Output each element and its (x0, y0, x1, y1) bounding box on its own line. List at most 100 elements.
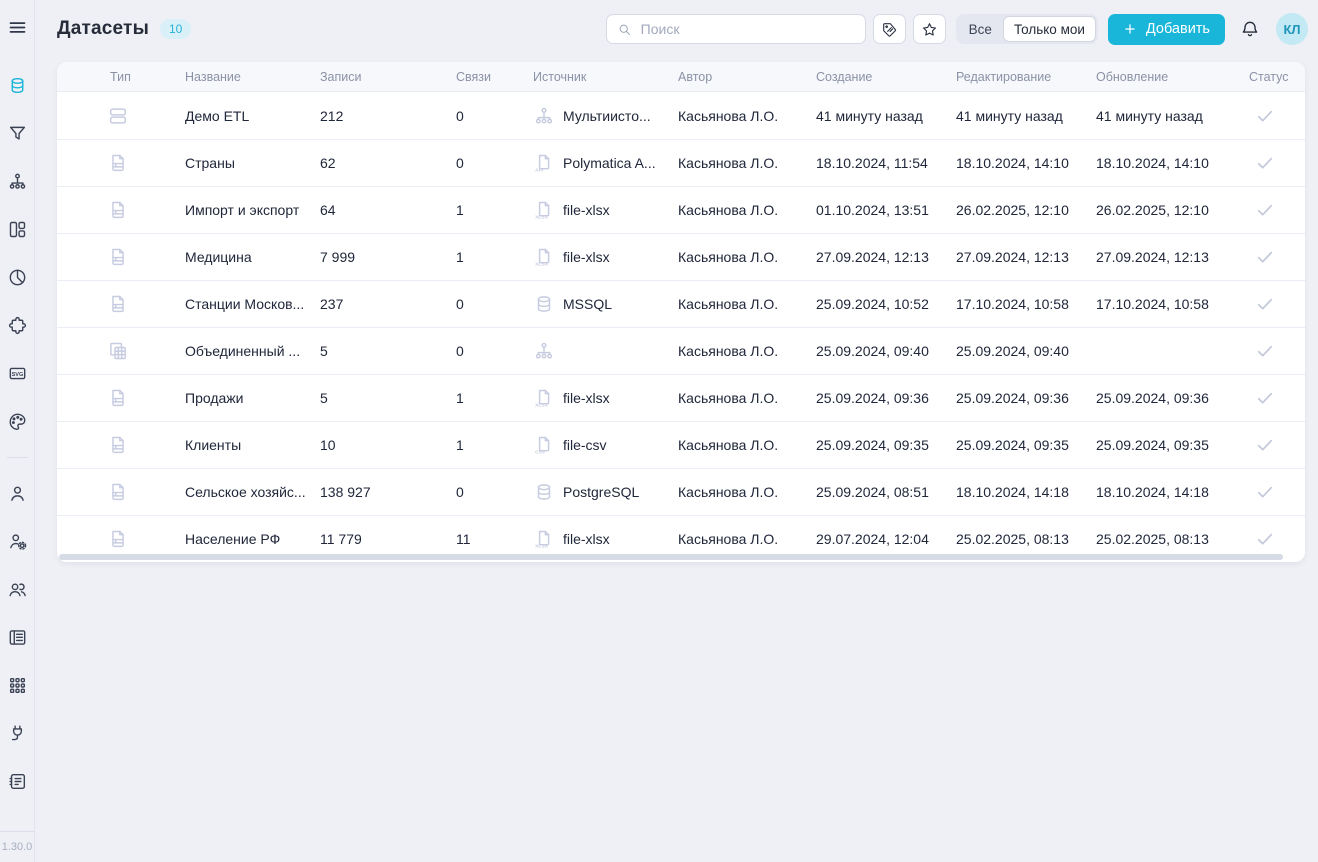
records-count: 7 999 (320, 249, 456, 265)
author: Касьянова Л.О. (678, 296, 816, 312)
tags-filter-button[interactable] (873, 14, 906, 44)
sidebar-item-user-settings[interactable] (7, 531, 28, 552)
source-name: file-xlsx (563, 202, 610, 218)
status-check-icon (1249, 528, 1305, 550)
table-row[interactable]: Объединенный ... 5 0 Касьянова Л.О. 25.0… (57, 327, 1305, 374)
created-at: 41 минуту назад (816, 108, 956, 124)
column-header[interactable]: Связи (456, 70, 533, 84)
created-at: 01.10.2024, 13:51 (816, 202, 956, 218)
status-check-icon (1249, 105, 1305, 127)
source-xlsx-icon: XLSX (533, 246, 555, 268)
sidebar-item-svg-editor[interactable]: SVG (7, 363, 28, 384)
source-db-icon (533, 481, 555, 503)
edited-at: 25.09.2024, 09:40 (956, 343, 1096, 359)
table-header-row: ТипНазваниеЗаписиСвязиИсточникАвторСозда… (57, 62, 1305, 92)
column-header[interactable]: Записи (320, 70, 456, 84)
sidebar-nav-admin (7, 483, 28, 792)
sidebar-item-user-groups[interactable] (7, 579, 28, 600)
type-table-icon (57, 481, 185, 503)
source-cell: Мультиисто... (533, 105, 678, 127)
links-count: 1 (456, 437, 533, 453)
column-header[interactable]: Обновление (1096, 70, 1249, 84)
source-name: file-xlsx (563, 531, 610, 547)
updated-at: 17.10.2024, 10:58 (1096, 296, 1249, 312)
table-row[interactable]: Продажи 5 1 XLSXfile-xlsx Касьянова Л.О.… (57, 374, 1305, 421)
filter-all-button[interactable]: Все (958, 16, 1003, 42)
edited-at: 25.02.2025, 08:13 (956, 531, 1096, 547)
source-name: file-xlsx (563, 249, 610, 265)
dataset-name: Демо ETL (185, 108, 320, 124)
search-input[interactable] (639, 20, 855, 38)
column-header[interactable]: Название (185, 70, 320, 84)
sidebar-item-modules[interactable] (7, 675, 28, 696)
edited-at: 18.10.2024, 14:18 (956, 484, 1096, 500)
table-row[interactable]: Сельское хозяйс... 138 927 0 PostgreSQL … (57, 468, 1305, 515)
topbar: Датасеты 10 Все Только мои Добавить (35, 0, 1318, 58)
table-row[interactable]: Демо ETL 212 0 Мультиисто... Касьянова Л… (57, 92, 1305, 139)
type-table-icon (57, 434, 185, 456)
app-version: 1.30.0 (2, 841, 33, 853)
type-table-icon (57, 528, 185, 550)
column-header[interactable]: Тип (57, 70, 185, 84)
sidebar-item-etl[interactable] (7, 171, 28, 192)
sidebar-item-logs[interactable] (7, 771, 28, 792)
author: Касьянова Л.О. (678, 531, 816, 547)
user-avatar[interactable]: КЛ (1276, 13, 1308, 45)
sidebar-item-plugins[interactable] (7, 315, 28, 336)
type-table-icon (57, 293, 185, 315)
sidebar-item-datasets[interactable] (7, 75, 28, 96)
source-api-icon: API (533, 152, 555, 174)
table-row[interactable]: Медицина 7 999 1 XLSXfile-xlsx Касьянова… (57, 233, 1305, 280)
search-icon (617, 22, 632, 37)
status-check-icon (1249, 387, 1305, 409)
source-xlsx-icon: XLSX (533, 387, 555, 409)
records-count: 62 (320, 155, 456, 171)
horizontal-scrollbar[interactable] (59, 554, 1283, 560)
sidebar-item-user[interactable] (7, 483, 28, 504)
links-count: 0 (456, 155, 533, 171)
column-header[interactable]: Источник (533, 70, 678, 84)
sidebar-item-dashboards[interactable] (7, 219, 28, 240)
svg-text:SVG: SVG (11, 372, 23, 378)
status-check-icon (1249, 199, 1305, 221)
sidebar-item-journal[interactable] (7, 627, 28, 648)
svg-text:XLSX: XLSX (535, 262, 549, 268)
source-multi-icon (533, 340, 555, 362)
svg-text:XLSX: XLSX (535, 403, 549, 409)
author: Касьянова Л.О. (678, 155, 816, 171)
sidebar-item-palette[interactable] (7, 411, 28, 432)
records-count: 237 (320, 296, 456, 312)
created-at: 18.10.2024, 11:54 (816, 155, 956, 171)
svg-text:CSV: CSV (535, 450, 546, 456)
links-count: 0 (456, 296, 533, 312)
filter-mine-button[interactable]: Только мои (1003, 16, 1096, 42)
sidebar-item-connections[interactable] (7, 723, 28, 744)
sidebar: SVG 1.30.0 (0, 0, 35, 862)
column-header[interactable]: Автор (678, 70, 816, 84)
table-row[interactable]: Клиенты 10 1 CSVfile-csv Касьянова Л.О. … (57, 421, 1305, 468)
notifications-button[interactable] (1240, 19, 1260, 39)
sidebar-item-pie-chart[interactable] (7, 267, 28, 288)
sidebar-nav-main: SVG (7, 75, 28, 432)
sidebar-item-filters[interactable] (7, 123, 28, 144)
status-check-icon (1249, 434, 1305, 456)
svg-text:XLSX: XLSX (535, 544, 549, 550)
table-row[interactable]: Станции Москов... 237 0 MSSQL Касьянова … (57, 280, 1305, 327)
author: Касьянова Л.О. (678, 202, 816, 218)
source-db-icon (533, 293, 555, 315)
table-row[interactable]: Страны 62 0 APIPolymatica A... Касьянова… (57, 139, 1305, 186)
source-cell (533, 340, 678, 362)
type-table-icon (57, 387, 185, 409)
menu-toggle-button[interactable] (7, 17, 28, 38)
favorites-filter-button[interactable] (913, 14, 946, 44)
add-button[interactable]: Добавить (1108, 14, 1225, 45)
records-count: 5 (320, 343, 456, 359)
updated-at: 27.09.2024, 12:13 (1096, 249, 1249, 265)
column-header[interactable]: Редактирование (956, 70, 1096, 84)
author: Касьянова Л.О. (678, 249, 816, 265)
author: Касьянова Л.О. (678, 343, 816, 359)
column-header[interactable]: Статус (1249, 70, 1305, 84)
table-row[interactable]: Импорт и экспорт 64 1 XLSXfile-xlsx Кась… (57, 186, 1305, 233)
column-header[interactable]: Создание (816, 70, 956, 84)
created-at: 29.07.2024, 12:04 (816, 531, 956, 547)
